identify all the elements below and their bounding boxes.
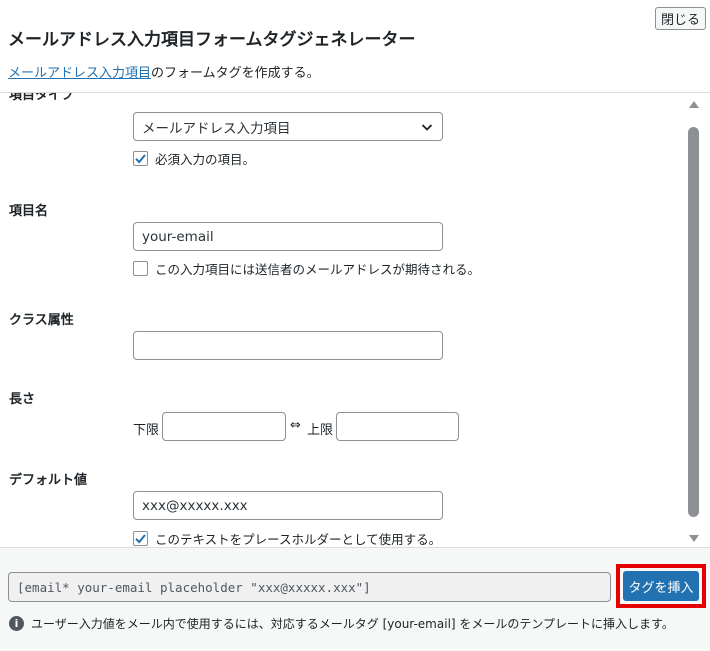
tag-output-value: [email* your-email placeholder "xxx@xxxx… <box>17 579 371 595</box>
placeholder-checkbox-row[interactable]: このテキストをプレースホルダーとして使用する。 <box>133 529 441 547</box>
required-checkbox-label: 必須入力の項目。 <box>155 152 256 167</box>
insert-tag-button[interactable]: タグを挿入 <box>623 571 699 601</box>
max-length-label: 上限 <box>307 423 334 438</box>
required-checkbox-row[interactable]: 必須入力の項目。 <box>133 149 255 168</box>
chevron-down-icon <box>421 124 433 131</box>
range-arrow-icon: ⇔ <box>290 418 301 433</box>
info-icon: i <box>9 616 24 631</box>
mail-tag-info-text: ユーザー入力値をメール内で使用するには、対応するメールタグ [your-emai… <box>31 617 674 631</box>
max-length-input[interactable] <box>336 412 459 441</box>
scroll-up-arrow-icon[interactable] <box>689 101 699 108</box>
sender-email-checkbox-label: この入力項目には送信者のメールアドレスが期待される。 <box>155 262 481 277</box>
placeholder-checkbox[interactable] <box>133 531 148 546</box>
min-length-input[interactable] <box>162 412 286 441</box>
default-value-text: xxx@xxxxx.xxx <box>142 497 248 514</box>
close-button[interactable]: 閉じる <box>655 7 706 30</box>
field-name-label: 項目名 <box>9 204 49 219</box>
class-attr-input[interactable] <box>133 331 443 360</box>
default-value-input[interactable]: xxx@xxxxx.xxx <box>133 491 443 520</box>
default-value-label: デフォルト値 <box>9 473 88 488</box>
length-label: 長さ <box>9 392 36 407</box>
field-type-value: メールアドレス入力項目 <box>142 120 291 137</box>
insert-box: [email* your-email placeholder "xxx@xxxx… <box>0 547 710 651</box>
field-name-value: your-email <box>142 228 214 245</box>
insert-button-highlight: タグを挿入 <box>616 564 706 608</box>
sender-checkbox-row[interactable]: この入力項目には送信者のメールアドレスが期待される。 <box>133 259 480 278</box>
scroll-down-arrow-icon[interactable] <box>689 535 699 542</box>
sender-email-checkbox[interactable] <box>133 261 148 276</box>
min-length-label: 下限 <box>133 423 160 438</box>
field-name-input[interactable]: your-email <box>133 222 443 251</box>
required-checkbox[interactable] <box>133 151 148 166</box>
description-text: のフォームタグを作成する。 <box>151 66 320 81</box>
email-field-help-link[interactable]: メールアドレス入力項目 <box>8 66 151 81</box>
tag-output-field[interactable]: [email* your-email placeholder "xxx@xxxx… <box>8 572 611 602</box>
scrollbar-thumb[interactable] <box>688 127 699 517</box>
checkmark-icon <box>135 534 146 544</box>
placeholder-checkbox-label: このテキストをプレースホルダーとして使用する。 <box>155 532 442 547</box>
class-attr-label: クラス属性 <box>9 313 74 328</box>
dialog-description: メールアドレス入力項目のフォームタグを作成する。 <box>8 62 320 81</box>
field-type-select[interactable]: メールアドレス入力項目 <box>133 112 443 141</box>
dialog-title: メールアドレス入力項目フォームタグジェネレーター <box>8 30 416 50</box>
checkmark-icon <box>135 154 146 164</box>
mail-tag-info: i ユーザー入力値をメール内で使用するには、対応するメールタグ [your-em… <box>9 615 674 632</box>
field-type-label: 項目タイプ <box>9 92 75 103</box>
form-scroll-area[interactable]: 項目タイプ メールアドレス入力項目 必須入力の項目。 項目名 your-emai… <box>0 92 710 547</box>
